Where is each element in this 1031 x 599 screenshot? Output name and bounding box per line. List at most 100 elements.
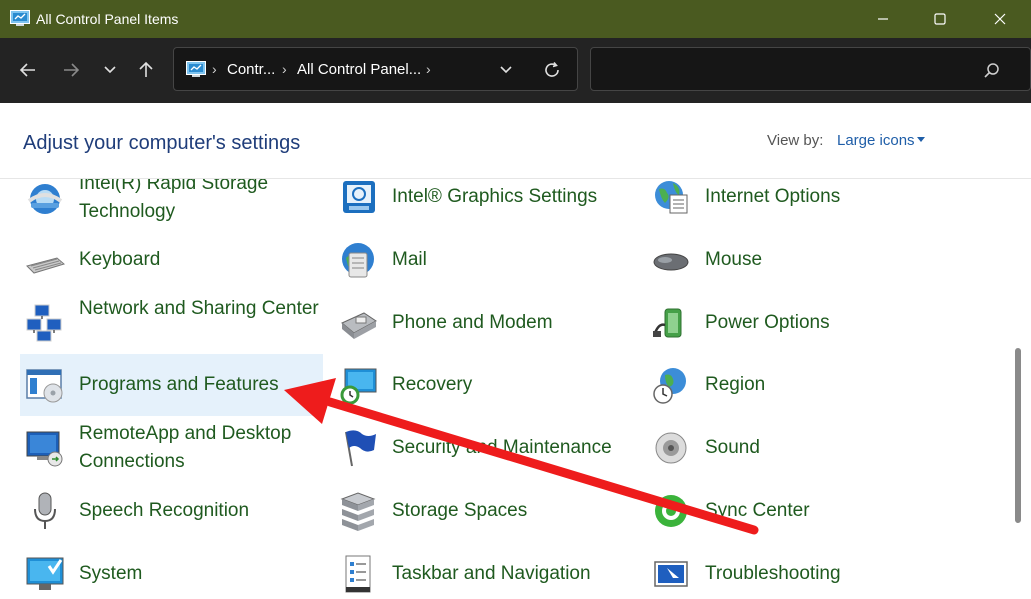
- item-label: Region: [705, 374, 766, 395]
- item-label: Storage Spaces: [392, 500, 528, 521]
- troubleshooting-icon: [654, 561, 688, 587]
- chevron-right-icon[interactable]: ›: [282, 61, 287, 77]
- title-bar: All Control Panel Items: [0, 0, 1031, 38]
- navigation-bar: › Contr... › All Control Panel... ›: [0, 38, 1031, 103]
- item-mouse[interactable]: Mouse: [646, 229, 949, 291]
- view-by-label: View by:: [767, 132, 824, 149]
- microphone-icon: [34, 492, 56, 529]
- keyboard-icon: [26, 257, 65, 274]
- item-network-sharing[interactable]: Network and Sharing Center: [20, 292, 323, 354]
- scrollbar-thumb[interactable]: [1015, 348, 1021, 523]
- region-icon: [653, 368, 686, 404]
- caret-down-icon[interactable]: [917, 137, 925, 143]
- sync-center-icon: [655, 495, 687, 527]
- item-security-maintenance[interactable]: Security and Maintenance: [333, 417, 636, 479]
- intel-graphics-icon: [343, 181, 375, 213]
- mouse-icon: [653, 253, 689, 271]
- item-label: Taskbar and Navigation: [392, 563, 591, 584]
- search-icon[interactable]: [983, 62, 1001, 80]
- page-header: Adjust your computer's settings View by:…: [0, 103, 1031, 179]
- chevron-right-icon: ›: [212, 61, 217, 77]
- item-intel-rapid-storage[interactable]: Intel(R) Rapid Storage Technology: [20, 179, 323, 230]
- item-taskbar-navigation[interactable]: Taskbar and Navigation: [333, 543, 636, 599]
- item-label: RemoteApp and Desktop Connections: [79, 423, 292, 472]
- item-label: Internet Options: [705, 186, 841, 207]
- items-grid: Intel(R) Rapid Storage Technology Intel®…: [0, 179, 1015, 599]
- search-box[interactable]: [590, 47, 1031, 91]
- item-label: Power Options: [705, 312, 830, 333]
- item-power-options[interactable]: Power Options: [646, 292, 949, 354]
- recovery-icon: [340, 368, 377, 405]
- recent-locations-button[interactable]: [94, 52, 126, 88]
- chevron-down-icon: [104, 66, 116, 74]
- address-dropdown-button[interactable]: [494, 58, 518, 82]
- item-system[interactable]: System: [20, 543, 323, 599]
- programs-features-icon: [26, 369, 63, 403]
- item-label: Sound: [705, 437, 760, 458]
- control-panel-icon: [186, 61, 206, 77]
- forward-button[interactable]: [55, 52, 87, 88]
- item-label: Security and Maintenance: [392, 437, 612, 458]
- arrow-up-icon: [139, 61, 153, 77]
- item-label: Sync Center: [705, 500, 810, 521]
- control-panel-icon: [10, 10, 30, 26]
- item-label: Troubleshooting: [705, 563, 841, 584]
- item-keyboard[interactable]: Keyboard: [20, 229, 323, 291]
- close-button[interactable]: [972, 0, 1028, 38]
- mail-icon: [342, 243, 374, 278]
- sound-icon: [655, 432, 687, 464]
- taskbar-icon: [345, 555, 371, 593]
- power-options-icon: [653, 308, 682, 338]
- maximize-icon: [934, 13, 946, 25]
- page-title: Adjust your computer's settings: [23, 132, 301, 154]
- item-speech-recognition[interactable]: Speech Recognition: [20, 480, 323, 542]
- item-internet-options[interactable]: Internet Options: [646, 179, 949, 228]
- item-region[interactable]: Region: [646, 354, 949, 416]
- item-label: Network and Sharing Center: [79, 298, 319, 319]
- arrow-left-icon: [19, 63, 35, 77]
- search-input[interactable]: [601, 58, 971, 82]
- item-label: System: [79, 563, 143, 584]
- system-icon: [26, 557, 64, 590]
- item-troubleshooting[interactable]: Troubleshooting: [646, 543, 949, 599]
- window-title: All Control Panel Items: [36, 11, 179, 27]
- breadcrumb-control-panel[interactable]: Contr...: [227, 61, 275, 78]
- refresh-button[interactable]: [539, 58, 565, 82]
- storage-spaces-icon: [340, 492, 376, 531]
- item-phone-modem[interactable]: Phone and Modem: [333, 292, 636, 354]
- refresh-icon: [545, 61, 559, 77]
- item-label: Intel® Graphics Settings: [392, 186, 598, 207]
- rapid-storage-icon: [27, 184, 63, 214]
- item-label: Speech Recognition: [79, 500, 250, 521]
- back-button[interactable]: [12, 52, 44, 88]
- close-icon: [994, 13, 1006, 25]
- item-storage-spaces[interactable]: Storage Spaces: [333, 480, 636, 542]
- item-label: Keyboard: [79, 249, 161, 270]
- remoteapp-icon: [26, 431, 63, 467]
- item-label: Intel(R) Rapid Storage Technology: [79, 179, 269, 222]
- arrow-right-icon: [64, 63, 80, 77]
- item-recovery[interactable]: Recovery: [333, 354, 636, 416]
- internet-options-icon: [655, 181, 688, 214]
- phone-modem-icon: [341, 312, 377, 339]
- address-bar[interactable]: › Contr... › All Control Panel... ›: [173, 47, 578, 91]
- chevron-right-icon[interactable]: ›: [426, 61, 431, 77]
- item-label: Phone and Modem: [392, 312, 553, 333]
- up-button[interactable]: [130, 52, 162, 88]
- minimize-button[interactable]: [855, 0, 911, 38]
- item-sync-center[interactable]: Sync Center: [646, 480, 949, 542]
- item-label: Programs and Features: [79, 374, 279, 395]
- item-mail[interactable]: Mail: [333, 229, 636, 291]
- item-intel-graphics[interactable]: Intel® Graphics Settings: [333, 179, 636, 228]
- security-flag-icon: [345, 430, 376, 467]
- minimize-icon: [878, 18, 888, 20]
- view-by-dropdown[interactable]: Large icons: [837, 132, 915, 149]
- item-remoteapp[interactable]: RemoteApp and Desktop Connections: [20, 417, 323, 479]
- item-label: Recovery: [392, 374, 473, 395]
- maximize-button[interactable]: [912, 0, 968, 38]
- item-label: Mail: [392, 249, 427, 270]
- item-sound[interactable]: Sound: [646, 417, 949, 479]
- chevron-down-icon: [500, 66, 512, 74]
- item-programs-features[interactable]: Programs and Features: [20, 354, 323, 416]
- breadcrumb-all-items[interactable]: All Control Panel...: [297, 61, 421, 78]
